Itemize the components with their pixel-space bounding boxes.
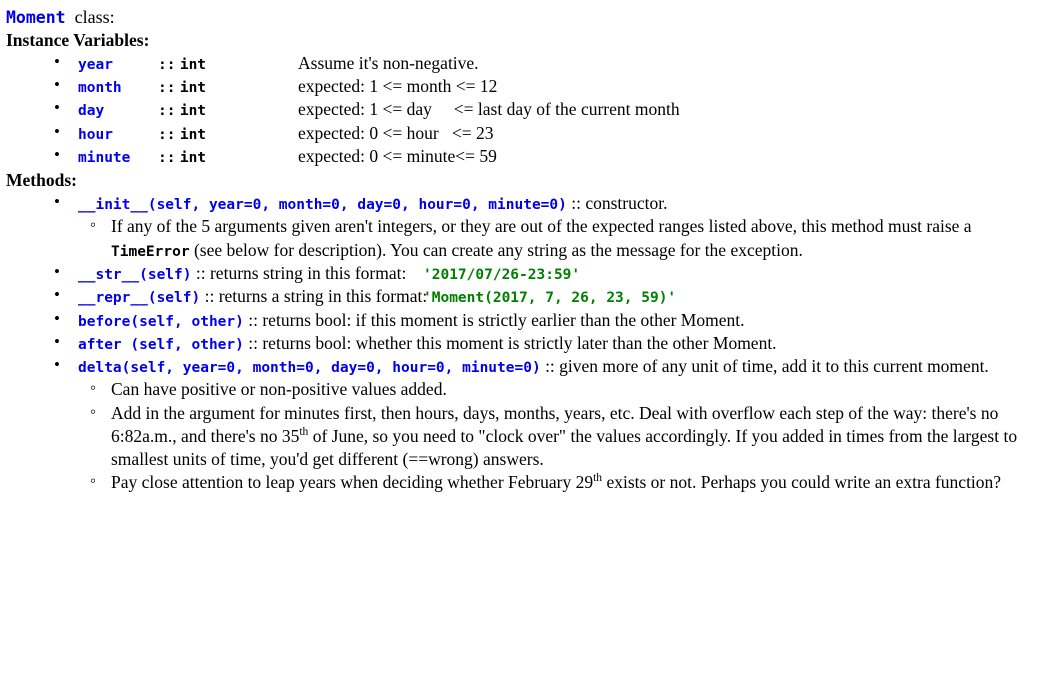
method-init-notes: If any of the 5 arguments given aren't i…: [78, 214, 1045, 262]
variable-type: int: [179, 103, 207, 120]
variable-name: year: [78, 56, 113, 73]
instance-variables-heading: Instance Variables:: [6, 30, 150, 51]
list-item: hour :: int expected: 0 <= hour <= 23: [6, 121, 1045, 145]
ordinal-suffix: th: [593, 472, 603, 485]
variable-type: int: [179, 56, 207, 73]
variable-description: expected: 1 <= month <= 12: [298, 76, 498, 97]
list-item: Can have positive or non-positive values…: [78, 377, 1045, 401]
method-signature: __str__(self): [78, 267, 192, 284]
list-item: If any of the 5 arguments given aren't i…: [78, 214, 1045, 262]
note-text: Can have positive or non-positive values…: [111, 379, 447, 400]
variable-description: Assume it's non-negative.: [298, 52, 479, 73]
methods-list: __init__(self, year=0, month=0, day=0, h…: [6, 191, 1045, 495]
page-title: Moment class:: [6, 6, 1045, 29]
method-signature: after (self, other): [78, 336, 244, 353]
variable-type: int: [179, 80, 207, 97]
method-after: after (self, other) :: returns bool: whe…: [6, 331, 1045, 355]
variable-separator: ::: [158, 126, 176, 143]
method-separator: ::: [204, 286, 215, 307]
method-signature: __repr__(self): [78, 290, 201, 307]
method-init: __init__(self, year=0, month=0, day=0, h…: [6, 191, 1045, 262]
method-str: __str__(self) :: returns string in this …: [6, 261, 1045, 285]
method-separator: ::: [571, 193, 581, 214]
variable-type: int: [179, 150, 207, 167]
method-separator: ::: [248, 332, 258, 353]
variable-name: day: [78, 103, 105, 120]
method-repr: __repr__(self) :: returns a string in th…: [6, 284, 1045, 308]
method-description: constructor.: [585, 193, 668, 214]
variable-name: month: [78, 80, 122, 97]
variable-name: minute: [78, 150, 131, 167]
variable-description: expected: 1 <= day <= last day of the cu…: [298, 99, 680, 120]
method-description: returns string in this format:: [209, 263, 407, 284]
method-signature: delta(self, year=0, month=0, day=0, hour…: [78, 360, 541, 377]
instance-variables-list: year :: int Assume it's non-negative. mo…: [6, 51, 1045, 168]
variable-separator: ::: [158, 103, 176, 120]
method-description: returns bool: if this moment is strictly…: [262, 309, 745, 330]
document-page: Moment class: Instance Variables: year :…: [0, 0, 1053, 495]
variable-type: int: [179, 126, 207, 143]
variable-separator: ::: [158, 56, 176, 73]
list-item: Add in the argument for minutes first, t…: [78, 401, 1045, 472]
method-before: before(self, other) :: returns bool: if …: [6, 308, 1045, 332]
ordinal-suffix: th: [299, 426, 309, 439]
list-item: minute :: int expected: 0 <= minute<= 59: [6, 144, 1045, 168]
method-delta: delta(self, year=0, month=0, day=0, hour…: [6, 354, 1045, 495]
class-title-suffix: class:: [74, 7, 115, 27]
variable-name: hour: [78, 126, 113, 143]
list-item: month :: int expected: 1 <= month <= 12: [6, 74, 1045, 98]
list-item: year :: int Assume it's non-negative.: [6, 51, 1045, 75]
method-signature: before(self, other): [78, 313, 244, 330]
method-separator: ::: [248, 309, 258, 330]
inline-code-timeerror: TimeError: [111, 243, 190, 260]
method-description: given more of any unit of time, add it t…: [559, 356, 989, 377]
class-name: Moment: [6, 8, 66, 27]
variable-description: expected: 0 <= minute<= 59: [298, 146, 497, 167]
note-text-part2: (see below for description). You can cre…: [189, 239, 803, 260]
method-delta-notes: Can have positive or non-positive values…: [78, 377, 1045, 494]
method-signature: __init__(self, year=0, month=0, day=0, h…: [78, 197, 567, 214]
list-item: day :: int expected: 1 <= day <= last da…: [6, 97, 1045, 121]
note-text-part1: If any of the 5 arguments given aren't i…: [111, 216, 972, 237]
variable-description: expected: 0 <= hour <= 23: [298, 122, 494, 143]
method-example-output: '2017/07/26-23:59': [423, 267, 581, 284]
methods-heading: Methods:: [6, 170, 77, 191]
method-example-output: 'Moment(2017, 7, 26, 23, 59)': [423, 290, 677, 307]
note-text-part2: exists or not. Perhaps you could write a…: [602, 472, 1002, 493]
variable-separator: ::: [158, 150, 176, 167]
method-separator: ::: [545, 356, 555, 377]
method-description: returns bool: whether this moment is str…: [262, 332, 777, 353]
variable-separator: ::: [158, 80, 176, 97]
list-item: Pay close attention to leap years when d…: [78, 470, 1045, 494]
method-separator: ::: [195, 263, 206, 284]
method-description: returns a string in this format:: [218, 286, 428, 307]
note-text-part1: Pay close attention to leap years when d…: [111, 472, 594, 493]
